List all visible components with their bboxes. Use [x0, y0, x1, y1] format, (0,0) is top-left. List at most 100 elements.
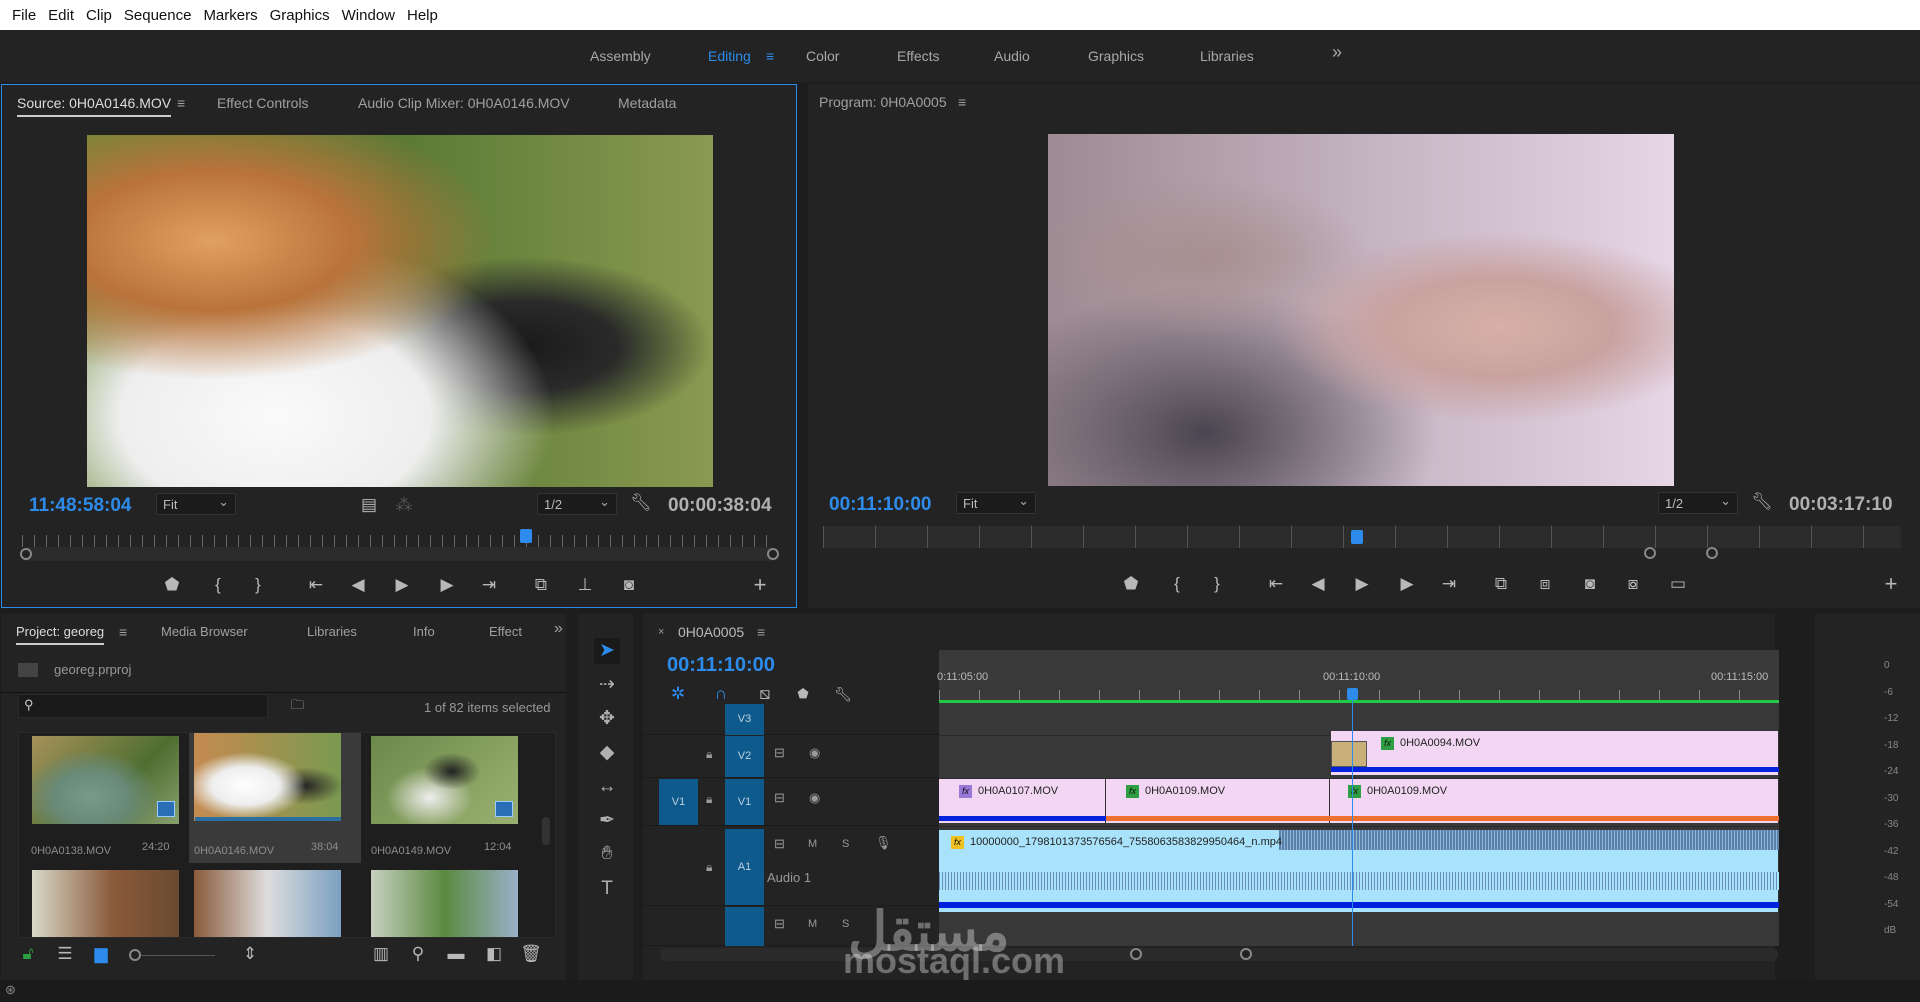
tab-metadata[interactable]: Metadata: [618, 95, 676, 111]
lift-icon[interactable]: ⧉: [1489, 574, 1513, 594]
program-resolution-dropdown[interactable]: 1/2: [1658, 492, 1738, 514]
source-timecode[interactable]: 11:48:58:04: [29, 495, 131, 517]
eye-icon[interactable]: ◉: [809, 745, 820, 761]
drag-video-icon[interactable]: ▤: [357, 495, 381, 515]
eye-icon[interactable]: ◉: [809, 790, 820, 806]
step-back-icon[interactable]: ◀: [1306, 574, 1330, 594]
project-search-input[interactable]: ⚲: [18, 694, 268, 718]
selection-tool-icon[interactable]: ➤: [594, 638, 620, 664]
go-to-out-icon[interactable]: ⇥: [477, 575, 501, 595]
lock-icon[interactable]: 🔓︎: [16, 944, 40, 964]
folder-up-icon[interactable]: [18, 663, 38, 677]
source-patch-v1[interactable]: V1: [659, 779, 698, 825]
workspace-effects[interactable]: Effects: [897, 48, 940, 64]
track-select-tool-icon[interactable]: ⇢: [594, 672, 620, 698]
timeline-playhead[interactable]: [1347, 688, 1358, 700]
sort-icon[interactable]: ⇕: [238, 944, 262, 964]
wrench-icon[interactable]: 🔧︎: [629, 493, 653, 513]
linked-selection-icon[interactable]: ⧅: [753, 684, 777, 704]
clip-v1[interactable]: fx 0H0A0109.MOV: [1106, 779, 1330, 823]
mark-in-icon[interactable]: {: [206, 575, 230, 595]
tab-audio-clip-mixer[interactable]: Audio Clip Mixer: 0H0A0146.MOV: [358, 95, 570, 111]
menu-help[interactable]: Help: [401, 7, 444, 24]
track-target-v3[interactable]: V3: [725, 704, 764, 735]
tab-effect-controls[interactable]: Effect Controls: [217, 95, 309, 111]
track-target-a2[interactable]: [725, 907, 764, 946]
timeline-horizontal-scrollbar[interactable]: [660, 948, 1778, 961]
slider-handle[interactable]: [129, 949, 141, 961]
new-bin-icon[interactable]: ▬: [444, 944, 468, 964]
scroll-handle-right[interactable]: [1706, 547, 1718, 559]
find-icon[interactable]: ⚲: [406, 944, 430, 964]
work-area-bar[interactable]: [939, 700, 1779, 703]
project-item[interactable]: 0H0A0149.MOV 12:04: [361, 733, 531, 863]
microphone-icon[interactable]: 🎙︎: [875, 835, 892, 851]
tab-source[interactable]: Source: 0H0A0146.MOV: [17, 95, 172, 117]
tab-project[interactable]: Project: georeg: [16, 624, 105, 645]
timeline-settings-icon[interactable]: 🔧︎: [831, 684, 855, 704]
source-time-ruler[interactable]: [22, 535, 777, 547]
timeline-timecode[interactable]: 00:11:10:00: [667, 654, 775, 677]
program-zoom-dropdown[interactable]: Fit: [956, 492, 1036, 514]
workspace-audio[interactable]: Audio: [994, 48, 1030, 64]
mute-button[interactable]: M: [808, 838, 817, 850]
tab-info[interactable]: Info: [413, 624, 435, 639]
thumbnail-size-slider[interactable]: [131, 955, 215, 956]
scroll-handle-right[interactable]: [1240, 948, 1252, 960]
program-timecode[interactable]: 00:11:10:00: [829, 494, 931, 516]
menu-graphics[interactable]: Graphics: [264, 7, 336, 24]
lock-icon[interactable]: 🔒︎: [706, 747, 712, 762]
menu-edit[interactable]: Edit: [42, 7, 80, 24]
project-item[interactable]: 0H0A0138.MOV 24:20: [19, 733, 189, 863]
menu-file[interactable]: File: [6, 7, 42, 24]
track-target-a1[interactable]: A1: [725, 829, 764, 905]
project-menu-icon[interactable]: ≡: [119, 624, 127, 640]
menu-markers[interactable]: Markers: [197, 7, 263, 24]
source-menu-icon[interactable]: ≡: [177, 95, 185, 111]
tab-media-browser[interactable]: Media Browser: [161, 624, 248, 639]
scroll-handle-left[interactable]: [20, 548, 32, 560]
export-frame-icon[interactable]: ◙: [1578, 574, 1602, 594]
mark-in-icon[interactable]: {: [1165, 574, 1189, 594]
tab-effect[interactable]: Effect: [489, 624, 522, 639]
mark-out-icon[interactable]: }: [246, 575, 270, 595]
add-marker-icon[interactable]: ⬟: [1119, 574, 1143, 594]
sync-lock-icon[interactable]: ⊟: [774, 790, 785, 806]
workspace-menu-icon[interactable]: ≡: [766, 48, 774, 64]
clip-v2[interactable]: fx 0H0A0094.MOV: [1331, 731, 1779, 775]
mark-out-icon[interactable]: }: [1205, 574, 1229, 594]
close-sequence-icon[interactable]: ×: [658, 626, 664, 638]
creative-cloud-icon[interactable]: ⊛: [5, 982, 16, 998]
comparison-view-icon[interactable]: ⧇: [1621, 574, 1645, 594]
menu-sequence[interactable]: Sequence: [118, 7, 198, 24]
step-forward-icon[interactable]: ▶: [435, 575, 459, 595]
source-resolution-dropdown[interactable]: 1/2: [537, 493, 617, 515]
scroll-handle-right[interactable]: [767, 548, 779, 560]
slip-tool-icon[interactable]: ↔: [594, 774, 620, 800]
source-zoom-scrollbar[interactable]: [22, 547, 777, 561]
trash-icon[interactable]: 🗑︎: [519, 944, 543, 964]
menu-window[interactable]: Window: [336, 7, 401, 24]
sync-lock-icon[interactable]: ⊟: [774, 916, 785, 932]
project-item[interactable]: [194, 870, 341, 937]
new-item-icon[interactable]: ◧: [482, 944, 506, 964]
go-to-in-icon[interactable]: ⇤: [304, 575, 328, 595]
solo-button[interactable]: S: [842, 838, 849, 850]
step-back-icon[interactable]: ◀: [346, 575, 370, 595]
track-target-v1[interactable]: V1: [725, 779, 764, 825]
timeline-playhead-line[interactable]: [1352, 694, 1353, 946]
program-title[interactable]: Program: 0H0A0005: [819, 94, 947, 110]
add-button-icon[interactable]: +: [1879, 573, 1903, 595]
pen-tool-icon[interactable]: ✒: [594, 808, 620, 834]
program-playhead[interactable]: [1351, 530, 1364, 544]
wrench-icon[interactable]: 🔧︎: [1750, 492, 1774, 512]
clip-a1[interactable]: fx 10000000_1798101373576564_755806358382…: [939, 830, 1779, 912]
track-target-v2[interactable]: V2: [725, 736, 764, 777]
ripple-edit-tool-icon[interactable]: ✥: [594, 706, 620, 732]
razor-tool-icon[interactable]: ◆: [594, 740, 620, 766]
sync-lock-icon[interactable]: ⊟: [774, 836, 785, 852]
lock-icon[interactable]: 🔒︎: [706, 792, 712, 807]
automate-to-sequence-icon[interactable]: ▥: [369, 944, 393, 964]
export-frame-icon[interactable]: ◙: [617, 575, 641, 595]
project-item[interactable]: [32, 870, 179, 937]
